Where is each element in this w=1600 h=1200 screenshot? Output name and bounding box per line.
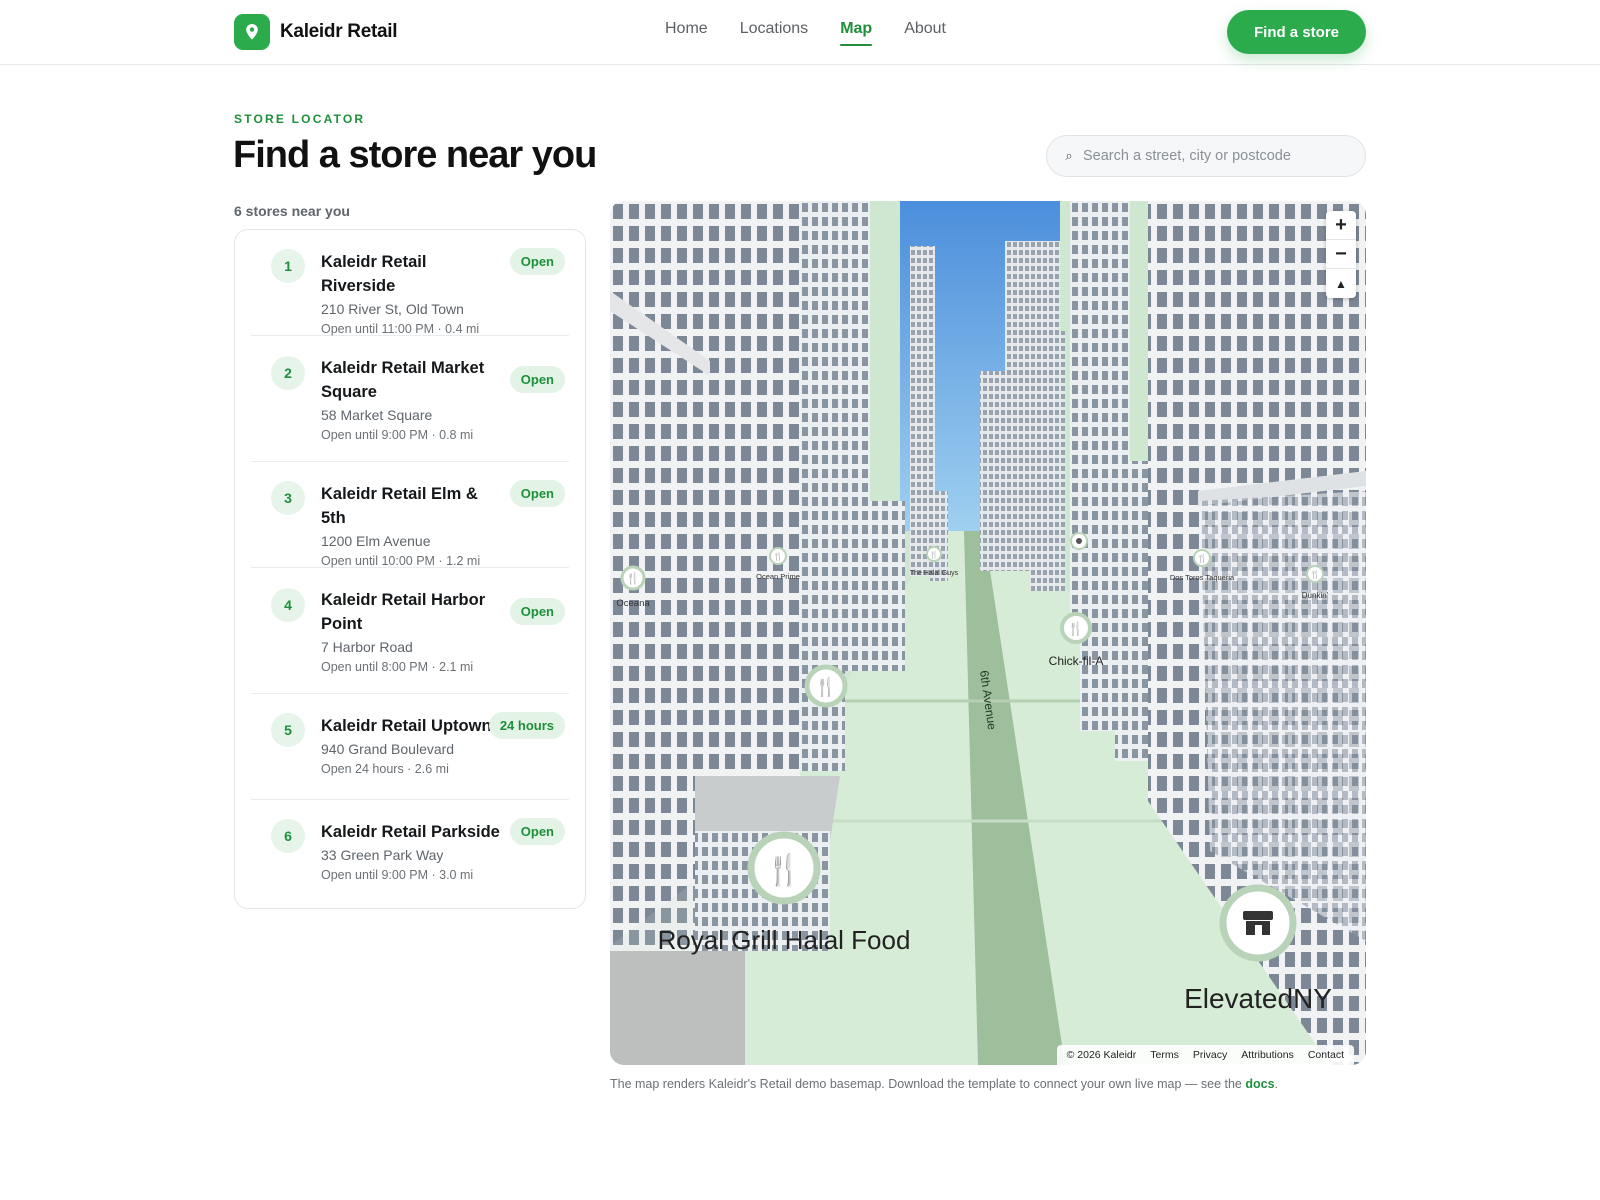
store-name: Kaleidr Retail Harbor Point <box>321 591 486 633</box>
zoom-out-button[interactable]: − <box>1326 240 1356 269</box>
store-item[interactable]: 2 Kaleidr Retail Market Square 58 Market… <box>251 336 569 462</box>
svg-text:🍴: 🍴 <box>815 676 837 698</box>
store-number: 5 <box>271 713 305 747</box>
nav-home[interactable]: Home <box>665 20 708 46</box>
copyright-text: © 2026 Kaleidr <box>1066 1049 1137 1061</box>
store-hours: Open 24 hours · 2.6 mi <box>321 762 449 776</box>
store-number: 3 <box>271 481 305 515</box>
nav-about[interactable]: About <box>904 20 946 46</box>
status-badge: Open <box>509 480 565 507</box>
terms-link[interactable]: Terms <box>1150 1049 1179 1061</box>
zoom-in-button[interactable]: + <box>1326 211 1356 240</box>
main-nav: Home Locations Map About <box>665 20 946 46</box>
store-item[interactable]: 4 Kaleidr Retail Harbor Point 7 Harbor R… <box>251 568 569 694</box>
poi-label: ElevatedNY <box>1184 983 1332 1014</box>
store-number: 1 <box>271 249 305 283</box>
store-address: 1200 Elm Avenue <box>321 533 431 549</box>
store-number: 2 <box>271 356 305 390</box>
attributions-link[interactable]: Attributions <box>1241 1049 1294 1061</box>
store-hours: Open until 9:00 PM · 0.8 mi <box>321 428 474 442</box>
search-icon: ⌕ <box>1065 148 1073 163</box>
search-box: ⌕ <box>1046 135 1366 177</box>
map-attribution: © 2026 Kaleidr Terms Privacy Attribution… <box>1056 1045 1354 1065</box>
status-badge: Open <box>509 248 565 275</box>
store-count: 6 stores near you <box>234 203 350 219</box>
top-navigation-bar: Kaleidr Retail Home Locations Map About … <box>0 0 1600 65</box>
store-hours: Open until 10:00 PM · 1.2 mi <box>321 554 481 568</box>
store-name: Kaleidr Retail Elm & 5th <box>321 485 478 527</box>
store-hours: Open until 11:00 PM · 0.4 mi <box>321 322 480 336</box>
store-number: 4 <box>271 588 305 622</box>
svg-text:🍴: 🍴 <box>1197 553 1207 563</box>
privacy-link[interactable]: Privacy <box>1193 1049 1227 1061</box>
poi-label: Dunkin' <box>1302 591 1329 600</box>
store-item[interactable]: 6 Kaleidr Retail Parkside 33 Green Park … <box>251 800 569 906</box>
store-address: 940 Grand Boulevard <box>321 741 455 757</box>
status-badge: 24 hours <box>488 712 565 739</box>
store-name: Kaleidr Retail Uptown <box>321 717 492 735</box>
status-badge: Open <box>509 598 565 625</box>
nav-map[interactable]: Map <box>840 20 873 46</box>
svg-text:🍴: 🍴 <box>773 551 783 561</box>
poi-label: Ocean Prime <box>756 572 800 581</box>
store-item[interactable]: 5 Kaleidr Retail Uptown 940 Grand Boulev… <box>251 694 569 800</box>
store-name: Kaleidr Retail Riverside <box>321 253 427 295</box>
store-item[interactable]: 1 Kaleidr Retail Riverside 210 River St,… <box>251 230 569 336</box>
store-name: Kaleidr Retail Parkside <box>321 823 500 841</box>
store-hours: Open until 9:00 PM · 3.0 mi <box>321 868 474 882</box>
zoom-controls: + − ▲ <box>1326 211 1356 298</box>
brand[interactable]: Kaleidr Retail <box>234 14 398 50</box>
map-3d-view: 🍴 Oceana 🍴 Ocean Prime 🍴 The Halal Guys … <box>610 201 1366 1065</box>
store-list: 1 Kaleidr Retail Riverside 210 River St,… <box>234 229 586 909</box>
poi-label: Dos Toros Taqueria <box>1170 573 1235 582</box>
store-address: 210 River St, Old Town <box>321 301 464 317</box>
brand-name: Kaleidr Retail <box>280 21 398 42</box>
svg-text:🍴: 🍴 <box>930 550 939 559</box>
store-name: Kaleidr Retail Market Square <box>321 359 485 401</box>
store-item[interactable]: 3 Kaleidr Retail Elm & 5th 1200 Elm Aven… <box>251 462 569 568</box>
footnote-text: The map renders Kaleidr's Retail demo ba… <box>610 1077 1246 1091</box>
svg-text:🍴: 🍴 <box>1310 569 1320 579</box>
section-eyebrow: STORE LOCATOR <box>234 112 366 126</box>
page-title: Find a store near you <box>233 134 597 176</box>
store-address: 7 Harbor Road <box>321 639 413 655</box>
contact-link[interactable]: Contact <box>1308 1049 1344 1061</box>
status-badge: Open <box>509 818 565 845</box>
poi-label: Chick-fil-A <box>1049 654 1104 668</box>
footnote-end: . <box>1274 1077 1279 1091</box>
status-badge: Open <box>509 366 565 393</box>
poi-marker-restaurant[interactable]: 🍴 <box>804 664 848 708</box>
store-number: 6 <box>271 819 305 853</box>
poi-marker-coffee[interactable] <box>1070 532 1088 550</box>
find-a-store-button[interactable]: Find a store <box>1227 10 1366 54</box>
poi-label: Oceana <box>616 598 650 609</box>
svg-text:🍴: 🍴 <box>1068 621 1084 637</box>
store-map[interactable]: 🍴 Oceana 🍴 Ocean Prime 🍴 The Halal Guys … <box>610 201 1366 1065</box>
nav-locations[interactable]: Locations <box>740 20 809 46</box>
svg-text:🍴: 🍴 <box>765 852 802 888</box>
store-address: 58 Market Square <box>321 407 433 423</box>
store-hours: Open until 8:00 PM · 2.1 mi <box>321 660 474 674</box>
map-pin-icon <box>234 14 270 50</box>
docs-link[interactable]: docs <box>1245 1077 1274 1091</box>
store-address: 33 Green Park Way <box>321 847 444 863</box>
search-input[interactable] <box>1083 148 1353 164</box>
poi-label: Royal Grill Halal Food <box>658 925 911 955</box>
svg-text:🍴: 🍴 <box>626 572 640 585</box>
poi-label: The Halal Guys <box>910 570 959 577</box>
compass-icon[interactable]: ▲ <box>1326 269 1356 298</box>
map-footnote: The map renders Kaleidr's Retail demo ba… <box>610 1077 1278 1091</box>
